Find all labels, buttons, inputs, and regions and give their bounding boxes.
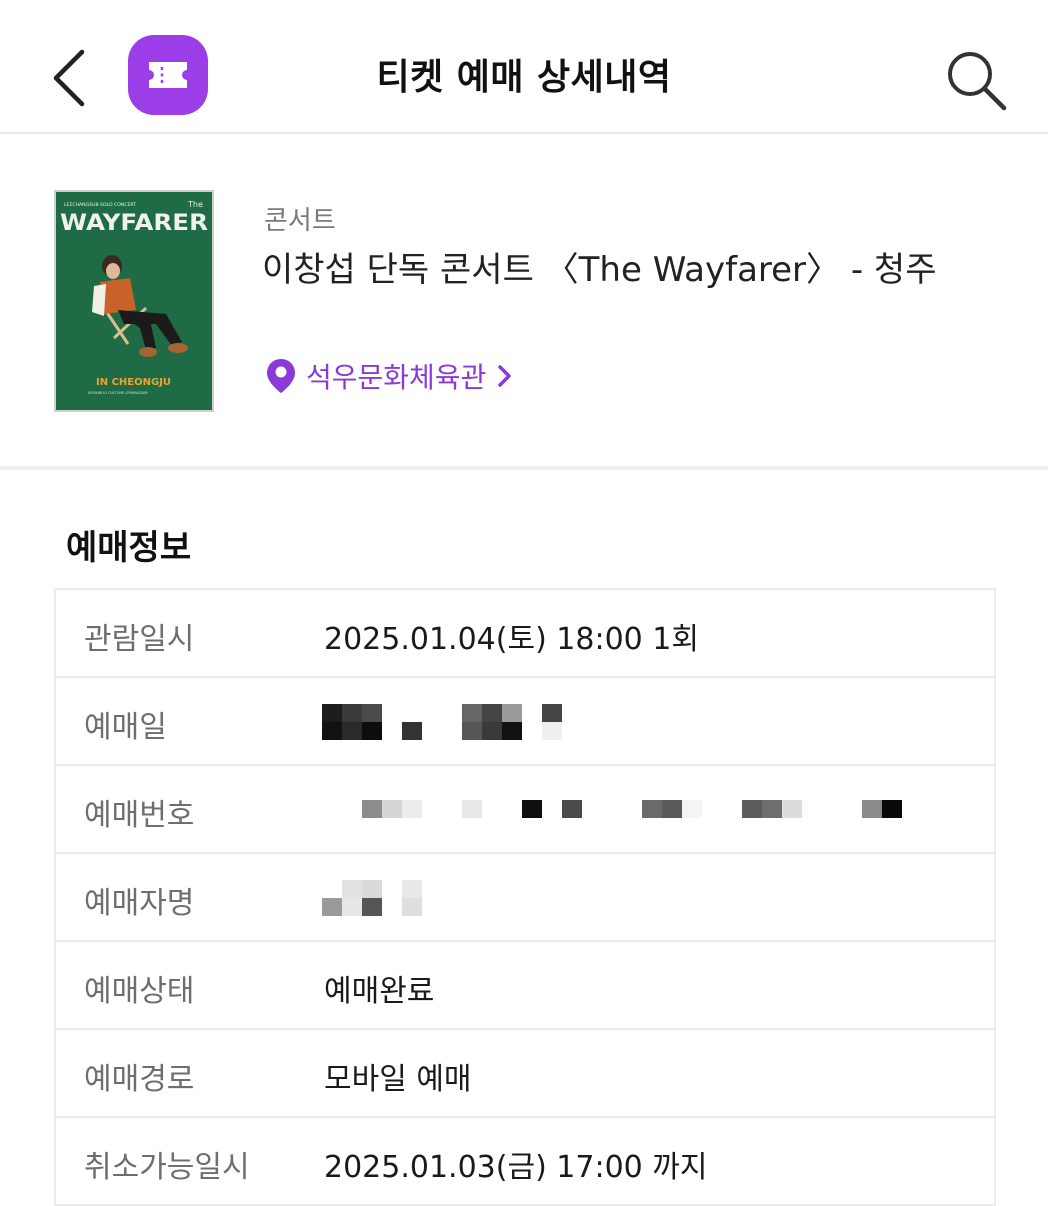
info-row-viewing-datetime: 관람일시 2025.01.04(토) 18:00 1회 (56, 590, 994, 678)
booking-info-title: 예매정보 (66, 528, 192, 568)
info-label: 취소가능일시 (84, 1150, 250, 1185)
info-row-booking-number: 예매번호 (56, 766, 994, 854)
venue-name: 석우문화체육관 (306, 361, 487, 394)
search-button[interactable] (940, 44, 1012, 116)
booking-info-table: 관람일시 2025.01.04(토) 18:00 1회 예매일 예매번호 예매자… (54, 588, 996, 1206)
venue-link[interactable]: 석우문화체육관 (266, 356, 516, 396)
info-label: 예매일 (84, 710, 167, 745)
poster-sub-text: SEOKWOO CULTURE GYMNASIUM (88, 391, 147, 395)
info-row-booking-channel: 예매경로 모바일 예매 (56, 1030, 994, 1118)
info-value: 예매완료 (324, 974, 435, 1009)
event-title: 이창섭 단독 콘서트 〈The Wayfarer〉 - 청주 (262, 250, 937, 290)
poster-top-text: LEECHANGSUB SOLO CONCERT (64, 202, 136, 208)
page-title: 티켓 예매 상세내역 (376, 57, 672, 98)
info-row-booking-date: 예매일 (56, 678, 994, 766)
event-poster[interactable]: LEECHANGSUB SOLO CONCERT The WAYFARER IN… (54, 190, 214, 412)
top-app-bar: 티켓 예매 상세내역 (0, 0, 1048, 134)
poster-image: LEECHANGSUB SOLO CONCERT The WAYFARER IN… (56, 192, 212, 410)
info-label: 예매경로 (84, 1062, 195, 1097)
info-row-cancel-deadline: 취소가능일시 2025.01.03(금) 17:00 까지 (56, 1118, 994, 1206)
search-icon (948, 52, 1007, 111)
event-category: 콘서트 (264, 206, 336, 236)
info-value: 모바일 예매 (324, 1062, 472, 1097)
location-pin-icon (267, 359, 295, 393)
info-row-booking-status: 예매상태 예매완료 (56, 942, 994, 1030)
chevron-right-icon (498, 365, 512, 387)
info-label: 예매자명 (84, 886, 195, 921)
info-row-booker-name: 예매자명 (56, 854, 994, 942)
event-summary: LEECHANGSUB SOLO CONCERT The WAYFARER IN… (0, 134, 1048, 470)
poster-bottom-text: IN CHEONGJU (96, 377, 171, 388)
poster-the-text: The (187, 200, 203, 209)
poster-title-text: WAYFARER (60, 211, 208, 236)
info-value: 2025.01.03(금) 17:00 까지 (324, 1150, 708, 1185)
info-label: 예매번호 (84, 798, 195, 833)
info-value: 2025.01.04(토) 18:00 1회 (324, 622, 699, 657)
info-label: 예매상태 (84, 974, 195, 1009)
info-label: 관람일시 (84, 622, 195, 657)
